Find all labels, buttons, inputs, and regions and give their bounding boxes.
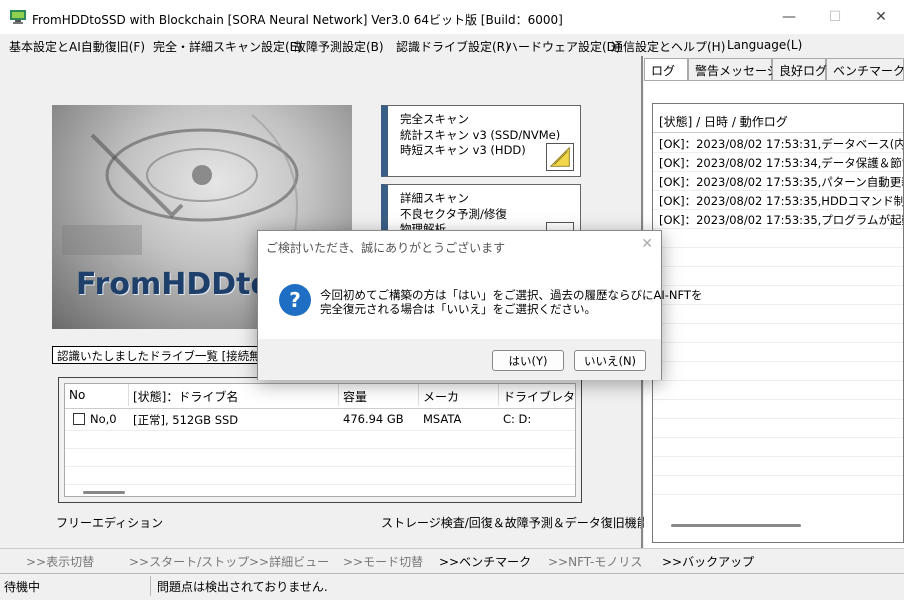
col-capacity[interactable]: 容量: [339, 384, 419, 406]
log-row-divider: [653, 475, 903, 476]
tab-benchmark[interactable]: ベンチマーク: [826, 58, 904, 80]
log-entry: [OK]：2023/08/02 17:53:35,パターン自動更新スレ: [659, 175, 903, 189]
detailed-scan-sub1: 不良セクタ予測/修復: [400, 206, 507, 221]
status-separator: [150, 576, 151, 596]
log-entry: [OK]：2023/08/02 17:53:35,HDDコマンド制御を開: [659, 194, 904, 208]
dialog-close-icon[interactable]: ✕: [641, 236, 653, 252]
col-drive-letter[interactable]: ドライブレター: [499, 384, 575, 406]
log-row-divider: [653, 285, 903, 286]
col-maker[interactable]: メーカ: [419, 384, 499, 406]
row-capacity: 476.94 GB: [343, 412, 404, 426]
title-bar: FromHDDtoSSD with Blockchain [SORA Neura…: [0, 0, 904, 34]
nav-mode-toggle[interactable]: >>モード切替: [343, 553, 423, 570]
menu-drive-settings[interactable]: 認識ドライブ設定(R): [396, 38, 510, 55]
log-row-divider: [653, 437, 903, 438]
edition-label: フリーエディション: [56, 516, 164, 530]
log-header-divider: [653, 132, 903, 133]
log-row-divider: [653, 456, 903, 457]
dialog-footer: はい(Y) いいえ(N): [258, 339, 661, 380]
row-divider: [65, 484, 575, 485]
log-row-divider: [653, 190, 903, 191]
drive-table-frame: No [状態]：ドライブ名 容量 メーカ ドライブレター No,0 [正常], …: [58, 377, 582, 503]
log-row-divider: [653, 494, 903, 495]
log-entry: [OK]：2023/08/02 17:53:31,データベース(内部処理: [659, 137, 903, 151]
row-divider: [65, 430, 575, 431]
tab-good-log[interactable]: 良好ログ: [772, 58, 827, 80]
log-row-divider: [653, 228, 903, 229]
menu-hardware-settings[interactable]: ハードウェア設定(D): [506, 38, 621, 55]
drive-table-scrollbar[interactable]: [83, 491, 125, 494]
nav-nft-monolith[interactable]: >>NFT-モノリス: [548, 553, 642, 570]
row-divider: [65, 448, 575, 449]
nav-detail-view[interactable]: >>詳細ビュー: [249, 553, 329, 570]
question-icon: ?: [279, 284, 311, 316]
confirm-dialog: ご検討いただき、誠にありがとうございます ✕ ? 今回初めてご構築の方は「はい」…: [257, 230, 702, 380]
nav-start-stop[interactable]: >>スタート/ストップ: [129, 553, 249, 570]
log-list[interactable]: [状態] / 日時 / 動作ログ [OK]：2023/08/02 17:53:3…: [652, 103, 904, 543]
menu-failure-prediction[interactable]: 故障予測設定(B): [294, 38, 384, 55]
app-window: FromHDDtoSSD with Blockchain [SORA Neura…: [0, 0, 904, 600]
menu-scan-settings[interactable]: 完全・詳細スキャン設定(E): [153, 38, 302, 55]
minimize-button[interactable]: —: [766, 0, 812, 34]
nav-display-toggle[interactable]: >>表示切替: [26, 553, 94, 570]
log-row-divider: [653, 380, 903, 381]
feature-label: ストレージ検査/回復＆故障予測＆データ復旧機能: [381, 516, 649, 530]
menu-communication-help[interactable]: 通信設定とヘルプ(H): [611, 38, 725, 55]
app-icon: [10, 10, 26, 24]
log-header: [状態] / 日時 / 動作ログ: [659, 115, 788, 129]
full-scan-label: 完全スキャン: [400, 112, 469, 126]
nav-benchmark[interactable]: >>ベンチマーク: [439, 553, 531, 570]
dialog-message: 今回初めてご構築の方は「はい」をご選択、過去の履歴ならびにAI-NFTを 完全復…: [320, 288, 702, 316]
dialog-title: ご検討いただき、誠にありがとうございます: [266, 241, 506, 255]
log-entry: [OK]：2023/08/02 17:53:34,データ保護＆節電機: [659, 156, 904, 170]
log-entry: [OK]：2023/08/02 17:53:35,プログラムが起動いた: [659, 213, 903, 227]
no-button[interactable]: いいえ(N): [574, 350, 646, 371]
log-row-divider: [653, 247, 903, 248]
col-drive-name[interactable]: [状態]：ドライブ名: [129, 384, 339, 406]
log-row-divider: [653, 323, 903, 324]
header-divider: [65, 408, 575, 409]
dialog-message-line1: 今回初めてご構築の方は「はい」をご選択、過去の履歴ならびにAI-NFTを: [320, 288, 703, 302]
bottom-nav: >>表示切替 >>スタート/ストップ >>詳細ビュー >>モード切替 >>ベンチ…: [0, 548, 904, 572]
row-divider: [65, 466, 575, 467]
row-maker: MSATA: [423, 412, 462, 426]
menu-bar: 基本設定とAI自動復旧(F) 完全・詳細スキャン設定(E) 故障予測設定(B) …: [0, 34, 904, 56]
status-bar: 待機中 問題点は検出されておりません.: [0, 573, 904, 597]
row-no-cell: No,0: [69, 410, 121, 428]
status-message: 問題点は検出されておりません.: [157, 580, 328, 594]
status-state: 待機中: [4, 580, 41, 594]
log-row-divider: [653, 209, 903, 210]
row-drive-letters: C: D:: [503, 412, 532, 426]
dialog-message-line2: 完全復元される場合は「いいえ」をご選択ください。: [320, 302, 596, 316]
logo-text: FromHDDto: [76, 267, 272, 302]
menu-language[interactable]: Language(L): [727, 38, 802, 52]
col-no[interactable]: No: [65, 384, 129, 406]
pencil-icon: [546, 143, 574, 171]
log-row-divider: [653, 266, 903, 267]
log-row-divider: [653, 399, 903, 400]
detailed-scan-label: 詳細スキャン: [400, 191, 469, 205]
drive-table: No [状態]：ドライブ名 容量 メーカ ドライブレター No,0 [正常], …: [64, 383, 576, 497]
nav-backup[interactable]: >>バックアップ: [662, 553, 754, 570]
row-drive-name: [正常], 512GB SSD: [133, 413, 239, 427]
log-row-divider: [653, 171, 903, 172]
window-title: FromHDDtoSSD with Blockchain [SORA Neura…: [32, 13, 563, 27]
full-scan-button[interactable]: 完全スキャン 統計スキャン v3 (SSD/NVMe) 時短スキャン v3 (H…: [381, 105, 581, 177]
drive-checkbox[interactable]: [73, 413, 85, 425]
log-row-divider: [653, 418, 903, 419]
log-row-divider: [653, 361, 903, 362]
log-tabs: ログ 警告メッセージ 良好ログ ベンチマーク: [644, 58, 904, 81]
tab-log[interactable]: ログ: [644, 58, 688, 81]
tab-warning-messages[interactable]: 警告メッセージ: [688, 58, 779, 80]
row-no: No,0: [90, 412, 117, 426]
maximize-button[interactable]: ☐: [812, 0, 858, 34]
close-button[interactable]: ✕: [858, 0, 904, 34]
log-scrollbar[interactable]: [671, 524, 801, 527]
yes-button[interactable]: はい(Y): [492, 350, 564, 371]
full-scan-sub1: 統計スキャン v3 (SSD/NVMe): [400, 127, 561, 142]
log-row-divider: [653, 342, 903, 343]
log-row-divider: [653, 152, 903, 153]
menu-basic-settings[interactable]: 基本設定とAI自動復旧(F): [9, 38, 145, 55]
